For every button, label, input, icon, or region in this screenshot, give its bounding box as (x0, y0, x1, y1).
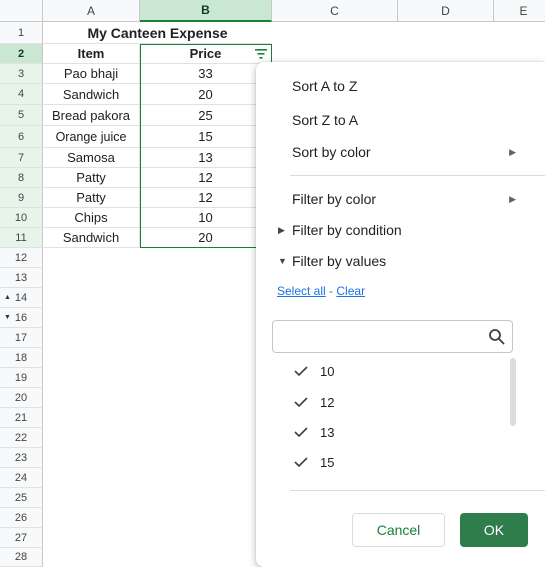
filter-by-condition-item[interactable]: Filter by condition (292, 222, 402, 238)
sort-z-to-a-item[interactable]: Sort Z to A (292, 112, 358, 128)
column-header-c[interactable]: C (272, 0, 398, 22)
checkmark-icon (294, 366, 308, 377)
row-header-17[interactable]: 17 (0, 328, 43, 348)
row-header-11[interactable]: 11 (0, 228, 43, 248)
row-header-7[interactable]: 7 (0, 148, 43, 168)
value-option-10[interactable]: 10 (292, 360, 334, 382)
row-header-22[interactable]: 22 (0, 428, 43, 448)
value-label: 13 (320, 424, 335, 440)
checkmark-icon (294, 397, 308, 408)
price-cell[interactable]: 33 (140, 64, 272, 84)
header-price-cell[interactable]: Price (140, 44, 272, 64)
value-option-12[interactable]: 12 (292, 391, 334, 413)
item-cell[interactable]: Patty (43, 188, 140, 208)
row-header-20[interactable]: 20 (0, 388, 43, 408)
row-header-21[interactable]: 21 (0, 408, 43, 428)
checkmark-icon (294, 427, 308, 438)
price-cell[interactable]: 10 (140, 208, 272, 228)
collapse-triangle-icon[interactable]: ▲ (4, 294, 11, 301)
column-header-d[interactable]: D (398, 0, 494, 22)
header-item-cell[interactable]: Item (43, 44, 140, 64)
submenu-arrow-icon: ▶ (509, 147, 516, 157)
column-header-e[interactable]: E (494, 0, 545, 22)
value-label: 15 (320, 454, 335, 470)
row-header-27[interactable]: 27 (0, 528, 43, 548)
select-all-corner[interactable] (0, 0, 43, 22)
item-cell[interactable]: Bread pakora (43, 105, 140, 126)
row-header-12[interactable]: 12 (0, 248, 43, 268)
item-cell[interactable]: Samosa (43, 148, 140, 168)
filter-dropdown-menu: Sort A to Z Sort Z to A Sort by color ▶ … (256, 62, 545, 567)
sheet-title[interactable]: My Canteen Expense (43, 22, 272, 44)
menu-divider (290, 490, 545, 491)
row-header-23[interactable]: 23 (0, 448, 43, 468)
price-cell[interactable]: 12 (140, 188, 272, 208)
row-header-18[interactable]: 18 (0, 348, 43, 368)
search-icon[interactable] (488, 328, 506, 346)
submenu-arrow-icon: ▶ (509, 194, 516, 204)
row-header-25[interactable]: 25 (0, 488, 43, 508)
row-header-16[interactable]: ▼ 16 (0, 308, 43, 328)
filter-icon[interactable] (255, 48, 267, 60)
row-header-24[interactable]: 24 (0, 468, 43, 488)
row-header-4[interactable]: 4 (0, 84, 43, 105)
row-header-26[interactable]: 26 (0, 508, 43, 528)
item-cell[interactable]: Orange juice (43, 126, 140, 148)
row-header-5[interactable]: 5 (0, 105, 43, 126)
sort-a-to-z-item[interactable]: Sort A to Z (292, 78, 357, 94)
row-header-2[interactable]: 2 (0, 44, 43, 64)
row-header-10[interactable]: 10 (0, 208, 43, 228)
item-cell[interactable]: Chips (43, 208, 140, 228)
value-label: 10 (320, 363, 335, 379)
expand-triangle-icon[interactable]: ▶ (278, 225, 285, 236)
value-search-box[interactable] (272, 320, 513, 353)
filter-by-color-label: Filter by color (292, 191, 377, 207)
row-header-3[interactable]: 3 (0, 64, 43, 84)
row-header-13[interactable]: 13 (0, 268, 43, 288)
row-header-6[interactable]: 6 (0, 126, 43, 148)
price-cell[interactable]: 20 (140, 228, 272, 248)
select-links: Select all - Clear (277, 284, 365, 298)
values-scrollbar[interactable] (510, 358, 516, 426)
cancel-button[interactable]: Cancel (352, 513, 445, 547)
row-header-1[interactable]: 1 (0, 22, 43, 44)
row-header-8[interactable]: 8 (0, 168, 43, 188)
price-cell[interactable]: 20 (140, 84, 272, 105)
row-header-28[interactable]: 28 (0, 548, 43, 567)
item-cell[interactable]: Pao bhaji (43, 64, 140, 84)
price-cell[interactable]: 25 (140, 105, 272, 126)
expand-triangle-icon[interactable]: ▼ (4, 314, 11, 321)
value-search-input[interactable] (279, 321, 483, 352)
value-label: 12 (320, 394, 335, 410)
price-cell[interactable]: 13 (140, 148, 272, 168)
column-header-a[interactable]: A (43, 0, 140, 22)
sort-by-color-item[interactable]: Sort by color ▶ (292, 144, 532, 160)
row-header-9[interactable]: 9 (0, 188, 43, 208)
menu-divider (290, 175, 545, 176)
select-all-link[interactable]: Select all (277, 284, 326, 298)
value-option-13[interactable]: 13 (292, 421, 334, 443)
filter-by-color-item[interactable]: Filter by color ▶ (292, 191, 532, 207)
ok-button[interactable]: OK (460, 513, 528, 547)
clear-link[interactable]: Clear (336, 284, 365, 298)
price-cell[interactable]: 12 (140, 168, 272, 188)
row-header-14[interactable]: ▲ 14 (0, 288, 43, 308)
item-cell[interactable]: Patty (43, 168, 140, 188)
link-separator: - (329, 284, 334, 298)
price-cell[interactable]: 15 (140, 126, 272, 148)
checkmark-icon (294, 457, 308, 468)
column-header-b[interactable]: B (140, 0, 272, 22)
value-option-15[interactable]: 15 (292, 451, 334, 473)
filter-by-values-item[interactable]: Filter by values (292, 253, 386, 269)
collapse-triangle-icon[interactable]: ▼ (278, 256, 287, 266)
item-cell[interactable]: Sandwich (43, 84, 140, 105)
row-header-19[interactable]: 19 (0, 368, 43, 388)
sort-by-color-label: Sort by color (292, 144, 371, 160)
item-cell[interactable]: Sandwich (43, 228, 140, 248)
